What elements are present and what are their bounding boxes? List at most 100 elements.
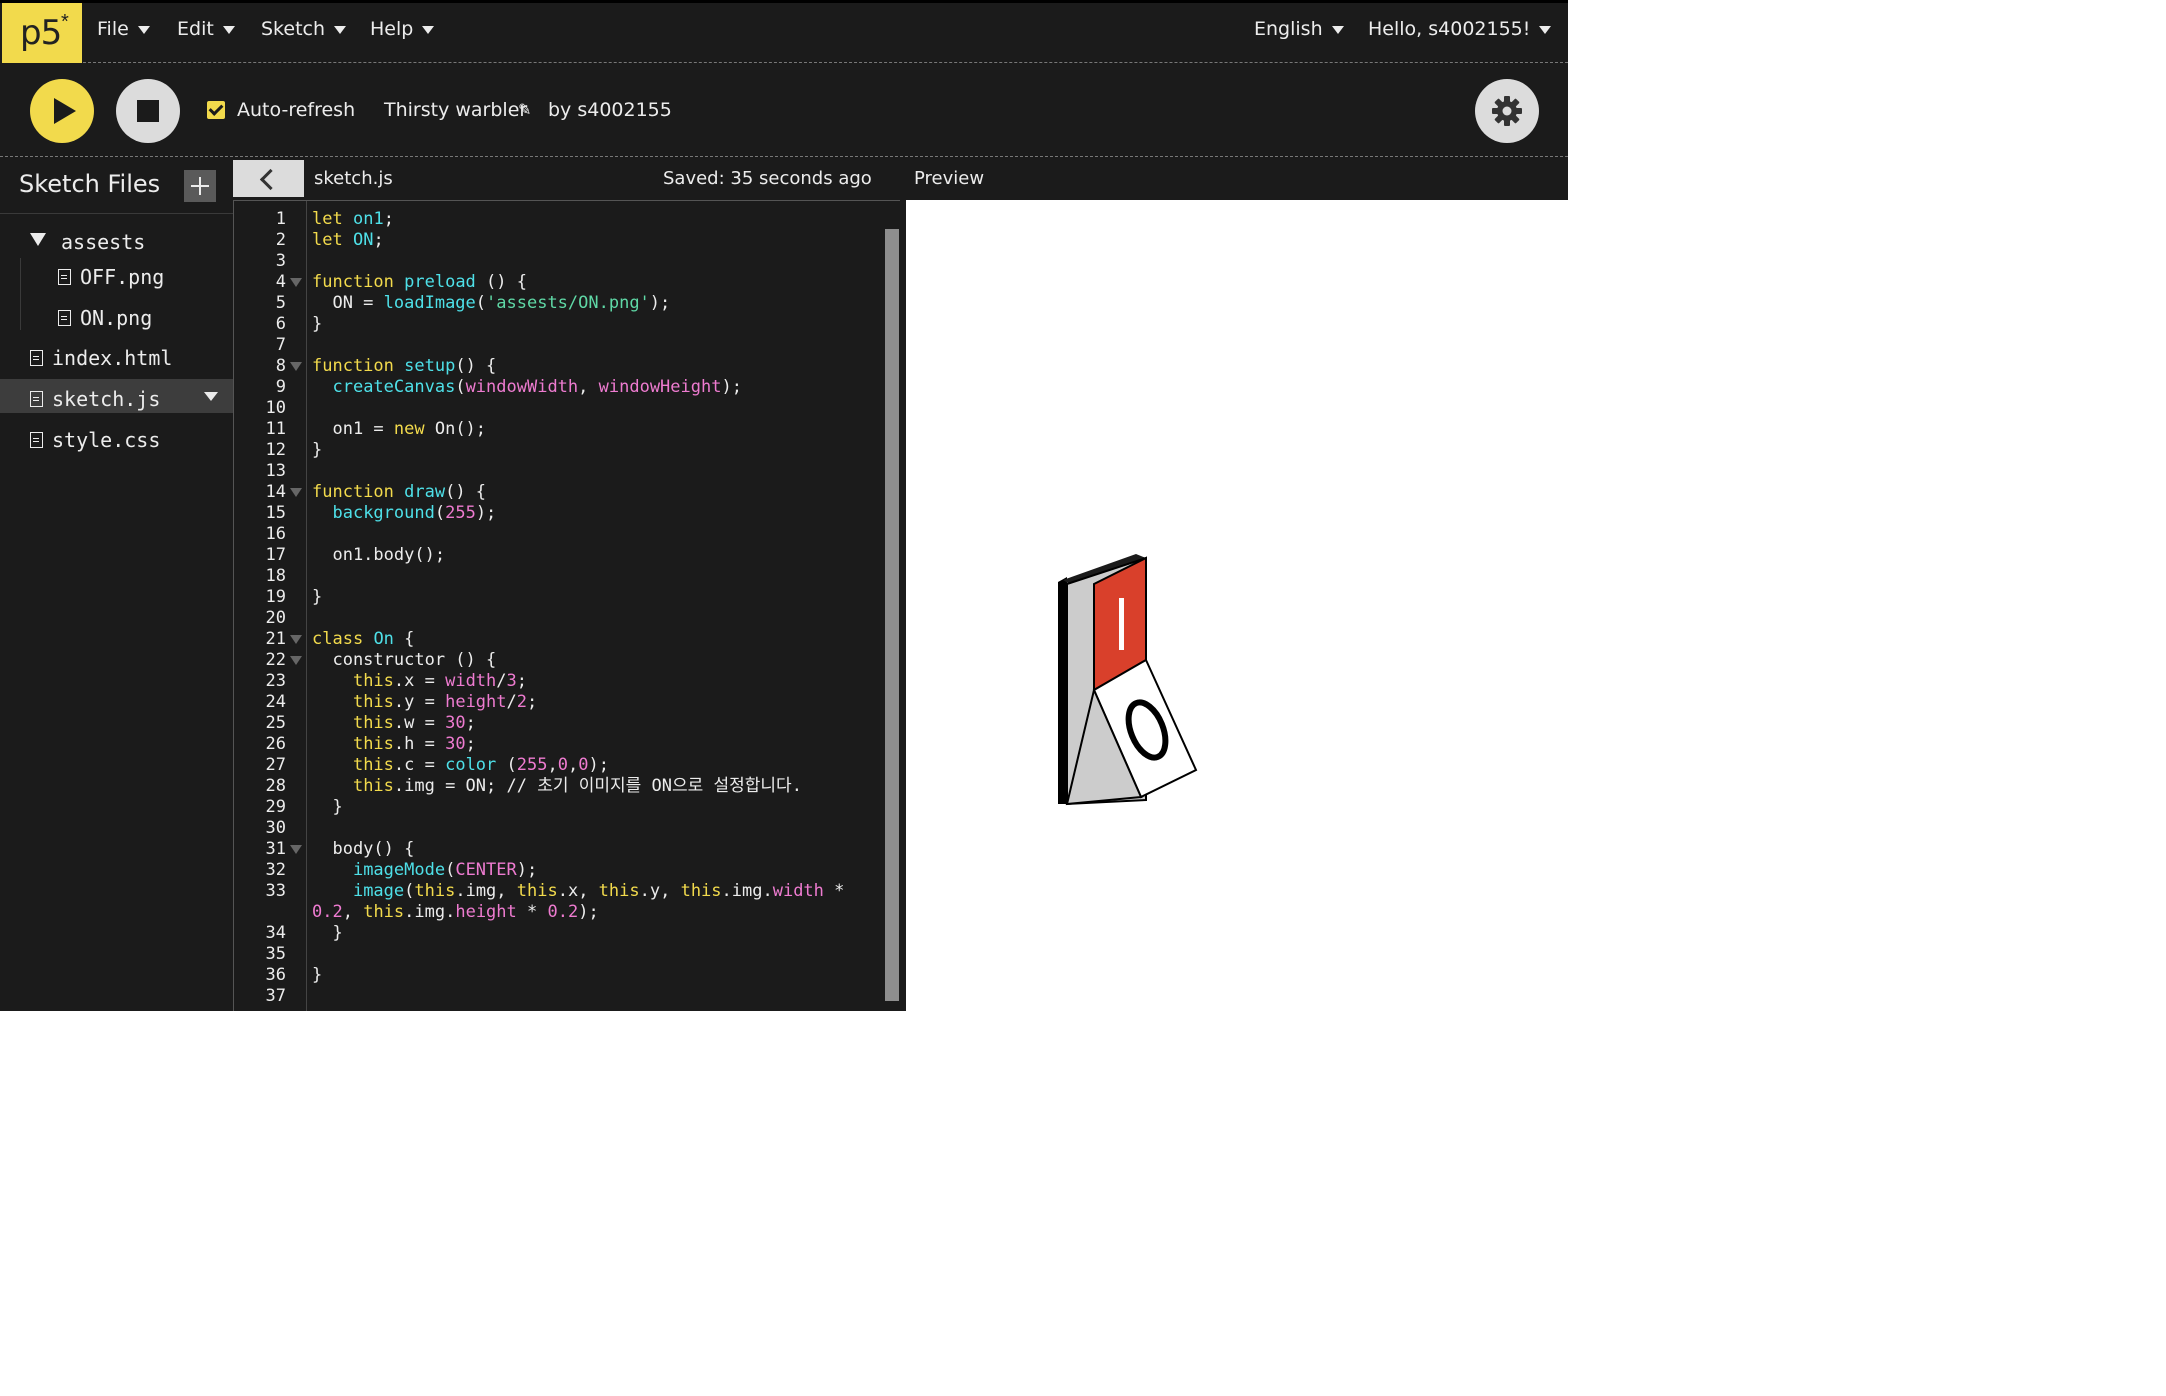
menu-file-label: File (97, 18, 129, 40)
play-button[interactable] (30, 79, 94, 143)
line-number: 29 (265, 797, 286, 817)
file-item-off-png[interactable]: OFF.png (58, 265, 164, 289)
line-number: 1 (275, 209, 286, 229)
code-content[interactable]: let on1; let ON; function preload () { O… (312, 209, 844, 986)
gear-icon (1492, 96, 1522, 126)
line-number: 9 (275, 377, 286, 397)
fold-arrow-icon[interactable] (290, 635, 302, 644)
line-number: 14 (265, 482, 286, 502)
line-number: 20 (265, 608, 286, 628)
sidebar-divider (0, 213, 233, 214)
p5-logo[interactable]: p5 * (2, 3, 82, 63)
line-number: 25 (265, 713, 286, 733)
line-number: 31 (265, 839, 286, 859)
sketch-author[interactable]: by s4002155 (548, 99, 672, 121)
sidebar-title: Sketch Files (19, 170, 161, 198)
line-number: 8 (275, 356, 286, 376)
file-icon (30, 350, 43, 366)
menu-edit[interactable]: Edit (177, 18, 235, 40)
line-number: 5 (275, 293, 286, 313)
line-number: 32 (265, 860, 286, 880)
language-menu[interactable]: English (1254, 18, 1344, 40)
fold-arrow-icon[interactable] (290, 488, 302, 497)
settings-button[interactable] (1475, 79, 1539, 143)
sketch-name[interactable]: Thirsty warbler (384, 99, 527, 121)
chevron-down-icon (1331, 25, 1344, 34)
pencil-icon[interactable]: ✎ (518, 100, 531, 120)
chevron-down-icon (422, 25, 435, 34)
preview-label: Preview (914, 168, 985, 189)
line-number: 22 (265, 650, 286, 670)
checkmark-icon (208, 101, 224, 116)
saved-status: Saved: 35 seconds ago (663, 168, 872, 189)
preview-canvas (1058, 554, 1198, 806)
line-number: 3 (275, 251, 286, 271)
fold-arrow-icon[interactable] (290, 278, 302, 287)
file-name: OFF.png (80, 265, 165, 289)
logo-asterisk: * (61, 11, 69, 33)
auto-refresh-label[interactable]: Auto-refresh (237, 99, 355, 121)
line-number: 24 (265, 692, 286, 712)
line-number: 37 (265, 986, 286, 1006)
line-number: 21 (265, 629, 286, 649)
user-menu[interactable]: Hello, s4002155! (1368, 18, 1552, 40)
toolbar-divider (0, 156, 1568, 157)
editor-scrollbar[interactable] (885, 229, 899, 1001)
file-item-style-css[interactable]: style.css (30, 428, 160, 452)
tree-guide-line (20, 258, 21, 330)
line-number: 30 (265, 818, 286, 838)
user-label: Hello, s4002155! (1368, 18, 1531, 40)
menu-sketch[interactable]: Sketch (261, 18, 347, 40)
file-icon (30, 391, 43, 407)
file-icon (30, 432, 43, 448)
line-number: 16 (265, 524, 286, 544)
line-number: 27 (265, 755, 286, 775)
collapse-sidebar-button[interactable] (233, 160, 304, 197)
menu-file[interactable]: File (97, 18, 150, 40)
file-options-chevron-icon[interactable] (204, 392, 218, 401)
line-number: 34 (265, 923, 286, 943)
preview-pane[interactable] (906, 200, 1568, 1011)
stop-icon (137, 100, 159, 122)
p5-editor-app: p5 * File Edit Sketch Help English Hello… (0, 0, 1568, 1011)
fold-arrow-icon[interactable] (290, 656, 302, 665)
menu-sketch-label: Sketch (261, 18, 326, 40)
menu-help[interactable]: Help (370, 18, 435, 40)
line-number: 6 (275, 314, 286, 334)
play-icon (54, 98, 76, 124)
chevron-down-icon (137, 25, 150, 34)
line-number: 13 (265, 461, 286, 481)
file-name: ON.png (80, 306, 153, 330)
file-icon (58, 269, 71, 285)
line-number: 23 (265, 671, 286, 691)
line-number: 17 (265, 545, 286, 565)
chevron-down-icon (334, 25, 347, 34)
code-editor[interactable]: 1 2 3 4 5 6 7 8 9 10 11 12 13 14 15 16 17 18 19 20 21 22 23 24 2… (233, 200, 900, 1011)
chevron-left-icon (259, 168, 282, 191)
file-item-sketch-js[interactable]: sketch.js (30, 387, 160, 411)
switch-image (1058, 554, 1198, 806)
file-name: index.html (52, 346, 173, 370)
line-number: 11 (265, 419, 286, 439)
fold-arrow-icon[interactable] (290, 845, 302, 854)
line-number: 12 (265, 440, 286, 460)
fold-arrow-icon[interactable] (290, 362, 302, 371)
line-number: 2 (275, 230, 286, 250)
line-number: 10 (265, 398, 286, 418)
add-file-button[interactable] (184, 170, 216, 202)
folder-assests[interactable]: assests (61, 230, 145, 254)
language-label: English (1254, 18, 1323, 40)
logo-text: p5 (20, 13, 62, 53)
auto-refresh-checkbox[interactable] (207, 101, 225, 119)
file-name: style.css (52, 428, 161, 452)
line-number: 7 (275, 335, 286, 355)
line-number: 36 (265, 965, 286, 985)
stop-button[interactable] (116, 79, 180, 143)
folder-expand-icon[interactable] (30, 233, 46, 246)
file-item-on-png[interactable]: ON.png (58, 306, 152, 330)
line-number: 15 (265, 503, 286, 523)
file-item-index-html[interactable]: index.html (30, 346, 172, 370)
editor-file-name: sketch.js (314, 168, 393, 189)
line-number: 28 (265, 776, 286, 796)
line-number: 4 (275, 272, 286, 292)
